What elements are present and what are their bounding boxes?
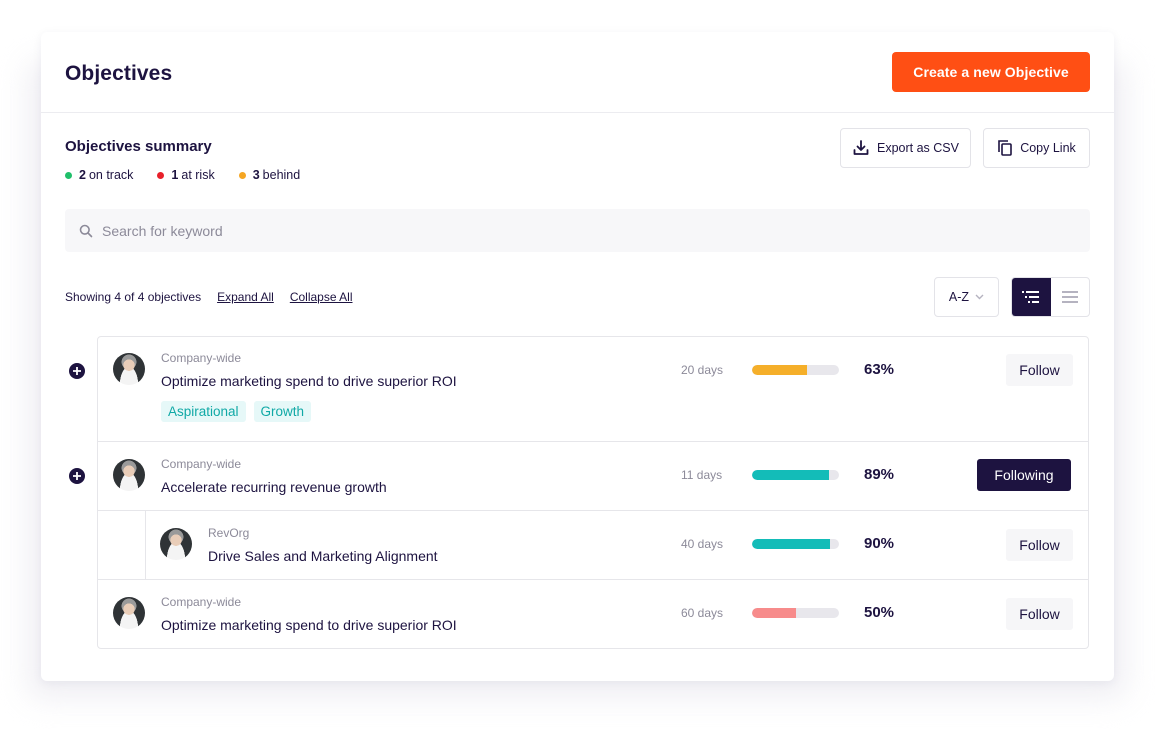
download-icon	[853, 140, 869, 155]
progress-percent: 63%	[864, 361, 895, 378]
status-label: behind	[262, 168, 301, 182]
status-dot-red	[157, 171, 165, 179]
chevron-down-icon	[975, 294, 984, 300]
expand-button[interactable]	[69, 363, 85, 379]
list-toolbar: Showing 4 of 4 objectives Expand All Col…	[65, 290, 369, 304]
progress-percent: 89%	[864, 466, 895, 483]
objective-row[interactable]: Company-wide Optimize marketing spend to…	[97, 336, 1089, 442]
follow-button[interactable]: Follow	[1006, 598, 1073, 630]
progress-fill	[752, 539, 831, 549]
progress-percent: 50%	[864, 604, 895, 621]
tag[interactable]: Growth	[253, 401, 312, 422]
tag-list: Aspirational Growth	[161, 401, 319, 422]
showing-count: Showing 4 of 4 objectives	[65, 290, 202, 304]
status-label: at risk	[181, 168, 215, 182]
plus-icon	[73, 367, 81, 375]
search-icon	[79, 224, 93, 237]
copy-link-button[interactable]: Copy Link	[983, 128, 1090, 168]
objective-row[interactable]: Company-wide Accelerate recurring revenu…	[97, 441, 1089, 511]
objective-row[interactable]: Company-wide Optimize marketing spend to…	[97, 579, 1089, 649]
list-icon	[1061, 291, 1078, 303]
copy-link-label: Copy Link	[1020, 141, 1076, 155]
collapse-all-link[interactable]: Collapse All	[290, 290, 353, 304]
summary-title: Objectives summary	[65, 138, 212, 155]
expand-button[interactable]	[69, 468, 85, 484]
status-summary: 2 on track 1 at risk 3 behind	[65, 168, 324, 182]
avatar	[113, 459, 145, 491]
sort-value: A-Z	[948, 290, 970, 304]
objective-title[interactable]: Optimize marketing spend to drive superi…	[161, 617, 457, 633]
progress-fill	[752, 608, 796, 618]
panel-header: Objectives Create a new Objective	[41, 32, 1114, 113]
indent-line	[145, 511, 146, 579]
objective-team: Company-wide	[161, 457, 242, 471]
progress-percent: 90%	[864, 535, 895, 552]
search-bar	[65, 209, 1090, 252]
search-input[interactable]	[102, 222, 1002, 239]
follow-button[interactable]: Follow	[1006, 529, 1073, 561]
status-at-risk: 1 at risk	[157, 168, 215, 182]
tree-list-icon	[1022, 291, 1040, 303]
avatar	[113, 353, 145, 385]
copy-icon	[998, 140, 1013, 156]
view-toggle	[1011, 277, 1090, 317]
progress-bar	[752, 608, 839, 618]
tag[interactable]: Aspirational	[161, 401, 246, 422]
status-label: on track	[88, 168, 134, 182]
days-remaining: 20 days	[681, 363, 724, 377]
progress-fill	[752, 470, 830, 480]
create-objective-button[interactable]: Create a new Objective	[892, 52, 1090, 92]
status-count: 3	[252, 168, 260, 182]
status-count: 2	[79, 168, 86, 182]
objective-row-child[interactable]: RevOrg Drive Sales and Marketing Alignme…	[97, 510, 1089, 580]
objective-team: RevOrg	[208, 526, 250, 540]
status-dot-green	[65, 171, 72, 179]
flat-list-view-button[interactable]	[1051, 278, 1090, 316]
following-button[interactable]: Following	[977, 459, 1071, 491]
progress-bar	[752, 365, 839, 375]
sort-dropdown[interactable]: A-Z	[934, 277, 999, 317]
avatar	[113, 597, 145, 629]
follow-button[interactable]: Follow	[1006, 354, 1073, 386]
objective-title[interactable]: Accelerate recurring revenue growth	[161, 479, 387, 495]
objective-team: Company-wide	[161, 351, 242, 365]
plus-icon	[73, 472, 81, 480]
page-title: Objectives	[65, 62, 173, 85]
objectives-panel: Objectives Create a new Objective Object…	[41, 32, 1114, 681]
objective-team: Company-wide	[161, 595, 242, 609]
progress-bar	[752, 470, 839, 480]
progress-bar	[752, 539, 839, 549]
status-on-track: 2 on track	[65, 168, 133, 182]
objective-title[interactable]: Optimize marketing spend to drive superi…	[161, 373, 457, 389]
progress-fill	[752, 365, 807, 375]
status-count: 1	[171, 168, 179, 182]
status-behind: 3 behind	[238, 168, 301, 182]
days-remaining: 60 days	[681, 606, 724, 620]
expand-all-link[interactable]: Expand All	[217, 290, 274, 304]
export-csv-button[interactable]: Export as CSV	[840, 128, 971, 168]
days-remaining: 11 days	[681, 468, 723, 482]
days-remaining: 40 days	[681, 537, 724, 551]
objective-title[interactable]: Drive Sales and Marketing Alignment	[208, 548, 438, 564]
tree-view-button[interactable]	[1012, 278, 1051, 316]
avatar	[160, 528, 192, 560]
export-csv-label: Export as CSV	[877, 141, 959, 155]
status-dot-yellow	[238, 171, 246, 179]
